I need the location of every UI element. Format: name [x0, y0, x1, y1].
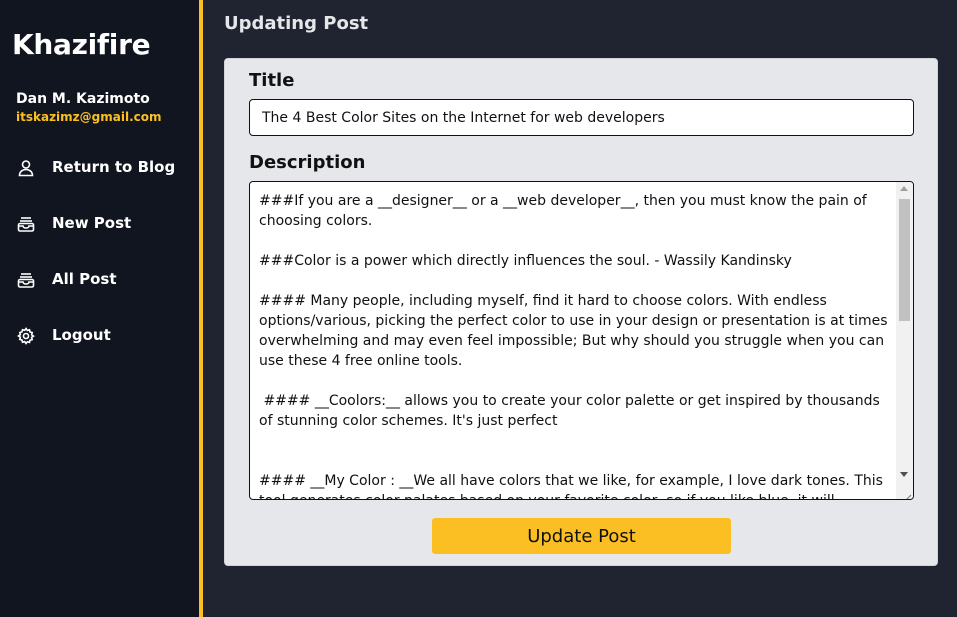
inbox-icon	[16, 214, 36, 234]
title-input[interactable]	[249, 99, 914, 136]
resize-grip-icon[interactable]	[902, 488, 912, 499]
gear-icon	[16, 326, 36, 346]
scroll-up-arrow-icon[interactable]	[900, 186, 908, 191]
sidebar-item-label: New Post	[52, 214, 132, 232]
description-text[interactable]: ###If you are a __designer__ or a __web …	[259, 191, 894, 499]
post-form-card: Title Description ###If you are a __desi…	[224, 58, 938, 566]
brand-logo-text[interactable]: Khazifire	[12, 28, 151, 61]
scroll-down-arrow-icon[interactable]	[900, 472, 908, 477]
user-icon	[16, 158, 36, 178]
scroll-thumb[interactable]	[899, 199, 910, 321]
user-email: itskazimz@gmail.com	[16, 110, 162, 124]
sidebar-item-label: Logout	[52, 326, 111, 344]
sidebar-item-all-post[interactable]: All Post	[0, 259, 199, 299]
user-name: Dan M. Kazimoto	[16, 91, 150, 107]
description-label: Description	[249, 152, 366, 173]
sidebar: Khazifire Dan M. Kazimoto itskazimz@gmai…	[0, 0, 199, 617]
sidebar-item-logout[interactable]: Logout	[0, 315, 199, 355]
sidebar-item-label: Return to Blog	[52, 158, 176, 176]
sidebar-item-label: All Post	[52, 270, 117, 288]
page-title: Updating Post	[224, 13, 369, 34]
sidebar-item-return-to-blog[interactable]: Return to Blog	[0, 147, 199, 187]
main-content: Updating Post Title Description ###If yo…	[203, 0, 957, 617]
inbox-icon	[16, 270, 36, 290]
description-textarea[interactable]: ###If you are a __designer__ or a __web …	[249, 181, 914, 500]
sidebar-item-new-post[interactable]: New Post	[0, 203, 199, 243]
title-label: Title	[249, 70, 295, 91]
update-post-button[interactable]: Update Post	[432, 518, 731, 554]
description-scrollbar[interactable]	[896, 182, 913, 499]
